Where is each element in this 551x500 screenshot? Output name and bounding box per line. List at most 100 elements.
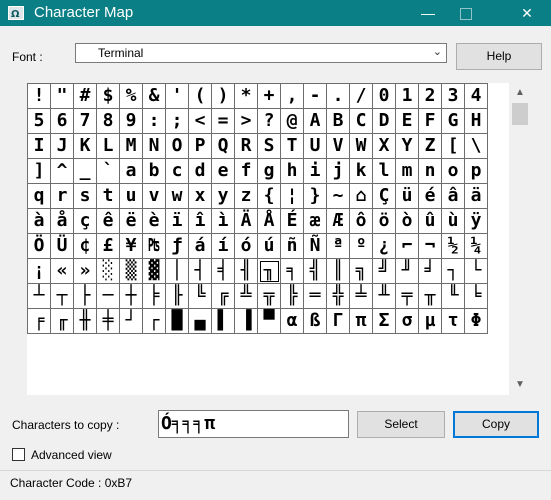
character-cell[interactable]: Φ xyxy=(464,308,488,334)
character-cell[interactable]: └ xyxy=(464,258,488,284)
character-cell[interactable]: % xyxy=(119,83,143,109)
character-cell[interactable]: ½ xyxy=(441,233,465,259)
character-cell[interactable]: C xyxy=(349,108,373,134)
character-cell[interactable]: ╞ xyxy=(142,283,166,309)
characters-to-copy-input[interactable]: Ó╕╕╕π xyxy=(158,410,349,438)
character-cell[interactable]: ₧ xyxy=(142,233,166,259)
character-cell[interactable]: w xyxy=(165,183,189,209)
character-cell[interactable]: ü xyxy=(395,183,419,209)
character-cell[interactable]: ╙ xyxy=(441,283,465,309)
maximize-button[interactable] xyxy=(443,0,489,26)
character-cell[interactable]: Ç xyxy=(372,183,396,209)
character-cell[interactable]: ^ xyxy=(50,158,74,184)
character-cell[interactable]: ║ xyxy=(326,258,350,284)
character-cell[interactable]: í xyxy=(211,233,235,259)
character-cell[interactable]: \ xyxy=(464,133,488,159)
character-cell[interactable]: ┴ xyxy=(27,283,51,309)
character-cell[interactable]: ╫ xyxy=(73,308,97,334)
character-cell[interactable]: » xyxy=(73,258,97,284)
character-cell[interactable]: ▄ xyxy=(188,308,212,334)
character-cell[interactable]: B xyxy=(326,108,350,134)
character-cell[interactable]: x xyxy=(188,183,212,209)
character-cell[interactable]: Ü xyxy=(50,233,74,259)
character-cell[interactable]: ─ xyxy=(96,283,120,309)
character-cell[interactable]: * xyxy=(234,83,258,109)
character-cell[interactable]: µ xyxy=(418,308,442,334)
character-cell[interactable]: ╣ xyxy=(303,258,327,284)
character-cell[interactable]: X xyxy=(372,133,396,159)
character-cell[interactable]: @ xyxy=(280,108,304,134)
character-cell[interactable]: m xyxy=(395,158,419,184)
character-cell[interactable]: ó xyxy=(234,233,258,259)
character-cell[interactable]: ò xyxy=(395,208,419,234)
character-cell[interactable]: [ xyxy=(441,133,465,159)
character-cell[interactable]: k xyxy=(349,158,373,184)
help-button[interactable]: Help xyxy=(456,43,542,70)
character-cell[interactable]: Q xyxy=(211,133,235,159)
character-cell[interactable]: , xyxy=(280,83,304,109)
grid-scrollbar[interactable]: ▲ ▼ xyxy=(510,83,530,395)
copy-button[interactable]: Copy xyxy=(453,411,539,438)
character-cell[interactable]: ├ xyxy=(73,283,97,309)
character-cell[interactable]: é xyxy=(418,183,442,209)
character-cell[interactable]: ╜ xyxy=(395,258,419,284)
character-cell[interactable]: ¬ xyxy=(418,233,442,259)
character-cell[interactable]: Σ xyxy=(372,308,396,334)
character-cell[interactable]: │ xyxy=(165,258,189,284)
character-cell[interactable]: ┼ xyxy=(119,283,143,309)
character-cell[interactable]: f xyxy=(234,158,258,184)
character-cell[interactable]: o xyxy=(441,158,465,184)
character-cell[interactable]: ƒ xyxy=(165,233,189,259)
character-cell[interactable]: u xyxy=(119,183,143,209)
character-cell[interactable]: ô xyxy=(349,208,373,234)
character-cell[interactable]: < xyxy=(188,108,212,134)
character-cell[interactable]: s xyxy=(73,183,97,209)
character-cell[interactable]: ░ xyxy=(96,258,120,284)
character-cell[interactable]: Æ xyxy=(326,208,350,234)
character-cell[interactable]: ┐ xyxy=(441,258,465,284)
character-cell[interactable]: ╨ xyxy=(372,283,396,309)
character-cell[interactable]: ì xyxy=(211,208,235,234)
character-cell[interactable]: > xyxy=(234,108,258,134)
character-cell[interactable]: ╒ xyxy=(27,308,51,334)
character-cell[interactable]: O xyxy=(165,133,189,159)
character-cell[interactable]: 1 xyxy=(395,83,419,109)
character-cell[interactable]: ┘ xyxy=(119,308,143,334)
character-cell[interactable]: ╢ xyxy=(234,258,258,284)
character-cell[interactable]: ▒ xyxy=(119,258,143,284)
character-cell[interactable]: h xyxy=(280,158,304,184)
character-cell[interactable]: ╬ xyxy=(326,283,350,309)
character-cell[interactable]: H xyxy=(464,108,488,134)
character-cell[interactable]: î xyxy=(188,208,212,234)
character-cell[interactable]: Ö xyxy=(27,233,51,259)
character-cell[interactable]: V xyxy=(326,133,350,159)
character-cell[interactable]: ╤ xyxy=(395,283,419,309)
character-cell[interactable]: ╓ xyxy=(50,308,74,334)
character-cell[interactable]: 3 xyxy=(441,83,465,109)
character-cell[interactable]: à xyxy=(27,208,51,234)
character-cell[interactable]: 6 xyxy=(50,108,74,134)
character-cell[interactable]: " xyxy=(50,83,74,109)
character-cell[interactable]: ╔ xyxy=(211,283,235,309)
character-cell[interactable]: ù xyxy=(441,208,465,234)
character-cell[interactable]: ╛ xyxy=(418,258,442,284)
character-cell[interactable]: ¢ xyxy=(73,233,97,259)
character-cell[interactable]: } xyxy=(303,183,327,209)
character-cell[interactable]: ╧ xyxy=(349,283,373,309)
character-cell[interactable]: æ xyxy=(303,208,327,234)
character-cell[interactable]: j xyxy=(326,158,350,184)
character-cell[interactable]: ▀ xyxy=(257,308,281,334)
character-cell[interactable]: a xyxy=(119,158,143,184)
character-cell[interactable]: 9 xyxy=(119,108,143,134)
character-cell[interactable]: I xyxy=(27,133,51,159)
character-cell[interactable]: τ xyxy=(441,308,465,334)
character-cell[interactable]: J xyxy=(50,133,74,159)
character-cell[interactable]: : xyxy=(142,108,166,134)
character-cell[interactable]: è xyxy=(142,208,166,234)
character-cell[interactable]: L xyxy=(96,133,120,159)
close-button[interactable]: ✕ xyxy=(504,0,550,26)
character-cell[interactable]: π xyxy=(349,308,373,334)
character-cell[interactable]: ÿ xyxy=(464,208,488,234)
character-cell[interactable]: Z xyxy=(418,133,442,159)
character-cell[interactable]: D xyxy=(372,108,396,134)
